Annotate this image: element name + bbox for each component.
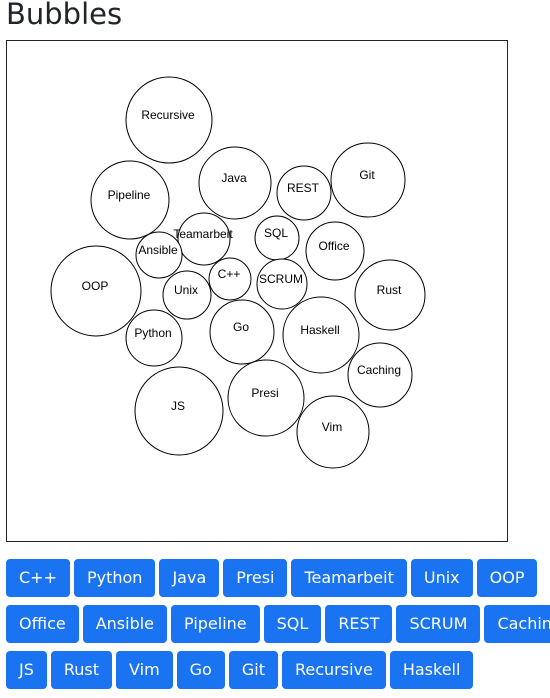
pipeline-button[interactable]: Pipeline — [171, 605, 260, 643]
bubble-git: Git — [330, 142, 406, 218]
bubble-js: JS — [134, 366, 224, 456]
rust-button[interactable]: Rust — [50, 651, 113, 689]
bubble-office: Office — [305, 221, 365, 281]
bubble-label: SQL — [264, 226, 288, 240]
caching-button[interactable]: Caching — [484, 605, 550, 643]
bubble-java: Java — [198, 146, 272, 220]
teamarbeit-button[interactable]: Teamarbeit — [291, 559, 407, 597]
cpp-button[interactable]: C++ — [6, 559, 70, 597]
bubble-go: Go — [209, 299, 275, 365]
bubble-label: Presi — [251, 386, 278, 400]
js-button[interactable]: JS — [6, 651, 47, 689]
bubble-label: Recursive — [141, 108, 195, 122]
bubble-cpp: C++ — [208, 257, 252, 301]
skill-button-row-3: JS Rust Vim Go Git Recursive Haskell — [6, 651, 474, 689]
bubble-scrum: SCRUM — [256, 258, 308, 310]
office-button[interactable]: Office — [6, 605, 79, 643]
bubble-vim: Vim — [296, 395, 370, 469]
bubble-label: C++ — [218, 267, 241, 281]
bubble-label: SCRUM — [259, 272, 303, 286]
bubble-label: Caching — [357, 363, 401, 377]
bubble-presi: Presi — [227, 359, 305, 437]
skill-button-row-2: OfficeAnsiblePipelineSQLRESTSCRUMCaching — [6, 605, 550, 643]
bubble-caching: Caching — [347, 342, 413, 408]
bubble-python: Python — [125, 309, 183, 367]
bubble-label: Python — [134, 326, 171, 340]
go-button[interactable]: Go — [176, 651, 225, 689]
bubble-label: Go — [233, 320, 249, 334]
git-button[interactable]: Git — [228, 651, 278, 689]
bubble-label: Teamarbeit — [173, 227, 233, 241]
presi-button[interactable]: Presi — [223, 559, 288, 597]
bubble-rest: REST — [276, 165, 332, 221]
bubble-label: REST — [287, 181, 320, 195]
bubble-oop: OOP — [50, 245, 142, 337]
bubble-chart: Recursive Pipeline Java REST Git Teamarbeit SQ… — [6, 40, 508, 542]
haskell-button[interactable]: Haskell — [389, 651, 474, 689]
bubble-label: Haskell — [300, 323, 339, 337]
skill-button-row-1: C++ Python Java Presi Teamarbeit Unix OOP — [6, 559, 538, 597]
bubble-recursive: Recursive — [125, 76, 213, 164]
bubble-label: JS — [171, 399, 185, 413]
oop-button[interactable]: OOP — [476, 559, 538, 597]
bubble-rust: Rust — [354, 259, 426, 331]
bubble-label: Git — [359, 168, 375, 182]
bubble-label: Office — [318, 239, 349, 253]
bubble-sql: SQL — [254, 215, 300, 261]
java-button[interactable]: Java — [159, 559, 220, 597]
python-button[interactable]: Python — [73, 559, 156, 597]
bubble-unix: Unix — [162, 270, 212, 320]
rest-button[interactable]: REST — [325, 605, 393, 643]
bubble-label: Ansible — [138, 243, 178, 257]
scrum-button[interactable]: SCRUM — [396, 605, 481, 643]
bubble-label: Java — [221, 171, 247, 185]
bubble-haskell: Haskell — [282, 296, 360, 374]
bubble-label: Vim — [322, 420, 342, 434]
bubble-label: Unix — [174, 283, 198, 297]
sql-button[interactable]: SQL — [263, 605, 322, 643]
unix-button[interactable]: Unix — [410, 559, 473, 597]
vim-button[interactable]: Vim — [116, 651, 173, 689]
page-title: Bubbles — [6, 0, 123, 31]
bubble-chart-svg: Recursive Pipeline Java REST Git Teamarbeit SQ… — [50, 76, 426, 469]
bubble-label: Rust — [377, 283, 402, 297]
bubble-label: OOP — [82, 279, 109, 293]
recursive-button[interactable]: Recursive — [281, 651, 386, 689]
ansible-button[interactable]: Ansible — [82, 605, 168, 643]
bubble-ansible: Ansible — [135, 231, 183, 279]
bubble-pipeline: Pipeline — [90, 160, 170, 240]
bubble-label: Pipeline — [108, 188, 151, 202]
